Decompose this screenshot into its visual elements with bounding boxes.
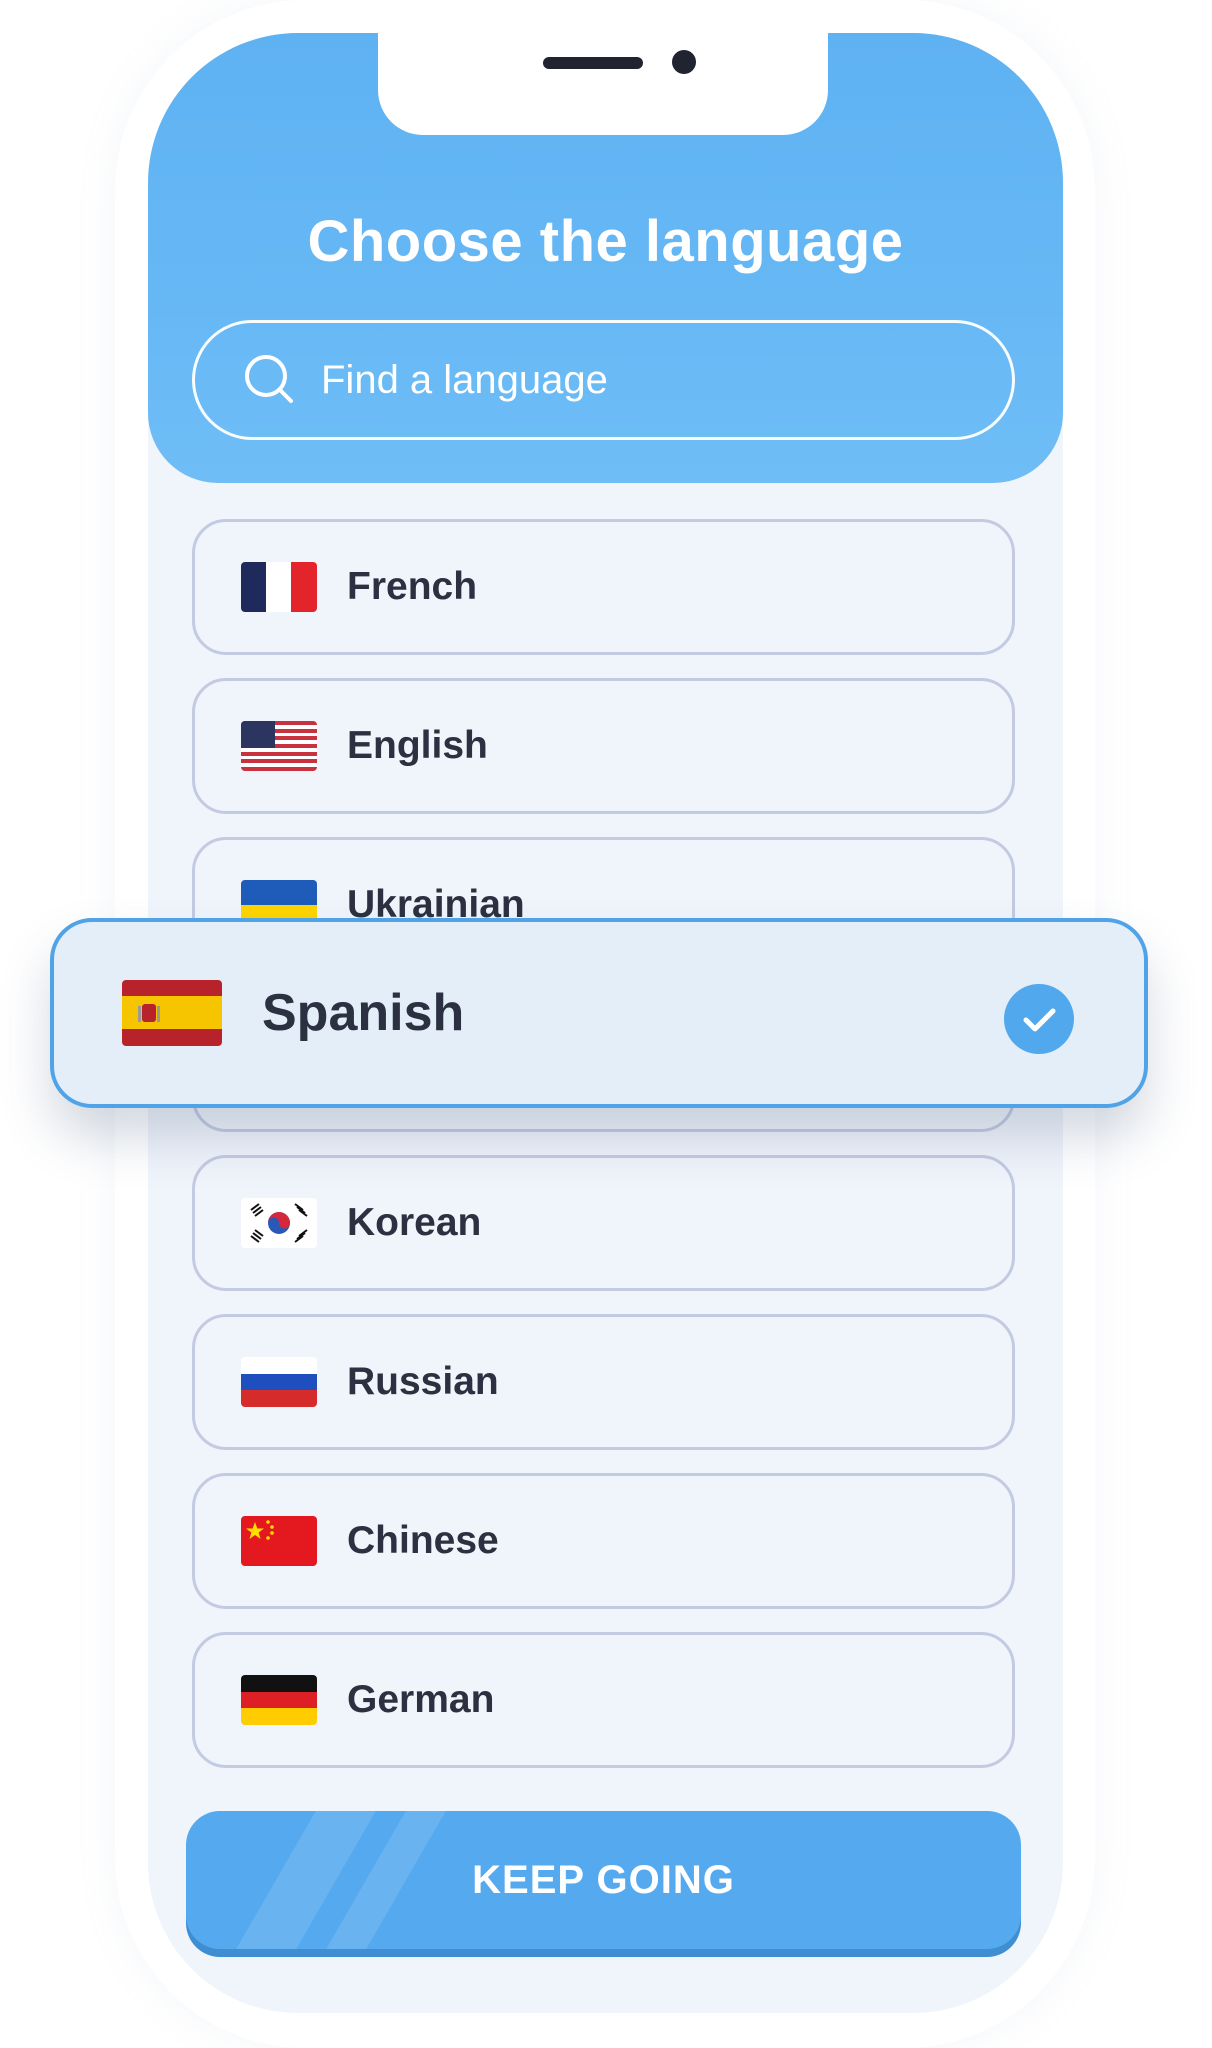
south-korea-flag-icon [241,1198,317,1248]
language-item-english[interactable]: English [192,678,1015,814]
keep-going-label: KEEP GOING [472,1857,735,1902]
language-label: English [347,724,488,767]
language-label: German [347,1678,495,1721]
russia-flag-icon [241,1357,317,1407]
check-circle-icon [1004,984,1074,1054]
camera [672,50,696,74]
usa-flag-icon [241,721,317,771]
language-label: Korean [347,1201,482,1244]
language-label: French [347,565,478,608]
search-bar[interactable] [192,320,1015,440]
language-item-spanish-selected[interactable]: Spanish [50,918,1148,1108]
language-item-french[interactable]: French [192,519,1015,655]
language-item-german[interactable]: German [192,1632,1015,1768]
language-item-russian[interactable]: Russian [192,1314,1015,1450]
spain-flag-icon [122,980,222,1046]
china-flag-icon [241,1516,317,1566]
language-item-chinese[interactable]: Chinese [192,1473,1015,1609]
search-icon [241,351,299,409]
language-label: Russian [347,1360,499,1403]
speaker [543,57,643,69]
search-input[interactable] [319,356,923,404]
keep-going-button[interactable]: KEEP GOING [186,1811,1021,1949]
germany-flag-icon [241,1675,317,1725]
header: Choose the language [148,33,1063,483]
notch [378,33,828,135]
page-title: Choose the language [307,209,904,274]
language-label: Chinese [347,1519,499,1562]
france-flag-icon [241,562,317,612]
language-label: Spanish [262,984,465,1042]
language-item-korean[interactable]: Korean [192,1155,1015,1291]
